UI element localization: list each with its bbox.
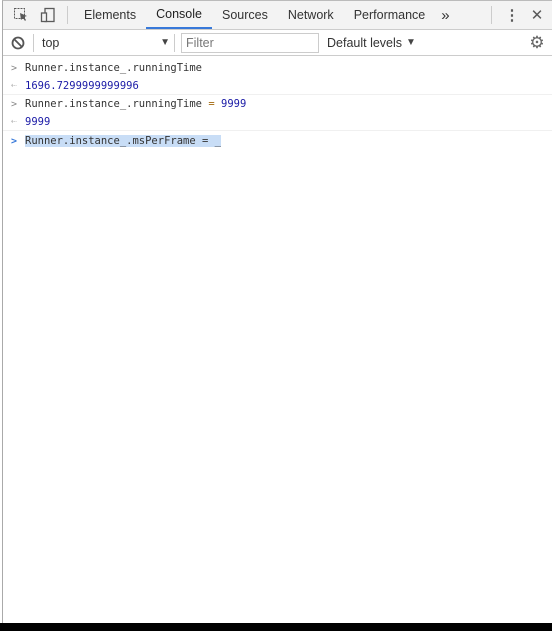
console-result-row: ⇠ 9999 — [3, 113, 552, 131]
prompt-chevron-icon: > — [10, 135, 18, 147]
console-result: 9999 — [25, 115, 51, 128]
input-chevron-icon: > — [10, 62, 18, 74]
console-prompt[interactable]: > Runner.instance_.msPerFrame = _ — [3, 132, 552, 150]
devtools-window: Elements Console Sources Network Perform… — [2, 0, 552, 623]
console-input-row: > Runner.instance_.runningTime — [3, 59, 552, 77]
result-arrow-icon: ⇠ — [10, 116, 18, 127]
close-icon[interactable]: ✕ — [522, 1, 552, 29]
tab-elements[interactable]: Elements — [74, 1, 146, 29]
console-toolbar: top ▼ Default levels ▼ ⚙ — [3, 30, 552, 56]
tab-network[interactable]: Network — [278, 1, 344, 29]
divider — [67, 6, 68, 24]
operator: = — [208, 98, 215, 110]
console-result: 1696.7299999999996 — [25, 79, 139, 92]
screen-bottom-bar — [0, 623, 552, 631]
dropdown-arrow-icon: ▼ — [406, 37, 416, 48]
number-literal: 9999 — [221, 98, 247, 110]
console-command: Runner.instance_.runningTime — [25, 62, 203, 74]
settings-gear-icon[interactable]: ⚙ — [522, 33, 552, 53]
console-output: > Runner.instance_.runningTime ⇠ 1696.72… — [3, 56, 552, 150]
prompt-input-text[interactable]: Runner.instance_.msPerFrame = _ — [25, 135, 221, 147]
clear-console-icon[interactable] — [3, 31, 33, 55]
kebab-menu-icon[interactable]: ⋮ — [502, 1, 522, 29]
divider — [174, 33, 175, 52]
console-input-row: > Runner.instance_.runningTime = 9999 — [3, 95, 552, 113]
console-command: Runner.instance_.runningTime — [25, 98, 203, 110]
divider — [491, 6, 492, 24]
inspect-element-icon[interactable] — [7, 1, 35, 29]
console-result-row: ⇠ 1696.7299999999996 — [3, 77, 552, 95]
context-value: top — [42, 35, 60, 50]
tab-performance[interactable]: Performance — [344, 1, 436, 29]
context-selector[interactable]: top ▼ — [34, 36, 174, 50]
levels-label: Default levels — [327, 35, 403, 50]
log-levels-dropdown[interactable]: Default levels ▼ — [327, 36, 416, 50]
tab-sources[interactable]: Sources — [212, 1, 278, 29]
input-chevron-icon: > — [10, 98, 18, 110]
tab-console[interactable]: Console — [146, 1, 212, 29]
device-toolbar-icon[interactable] — [35, 1, 61, 29]
filter-input[interactable] — [181, 32, 319, 53]
tab-bar: Elements Console Sources Network Perform… — [3, 1, 552, 30]
dropdown-arrow-icon: ▼ — [160, 37, 170, 48]
more-tabs-button[interactable]: » — [435, 1, 455, 29]
result-arrow-icon: ⇠ — [10, 80, 18, 91]
